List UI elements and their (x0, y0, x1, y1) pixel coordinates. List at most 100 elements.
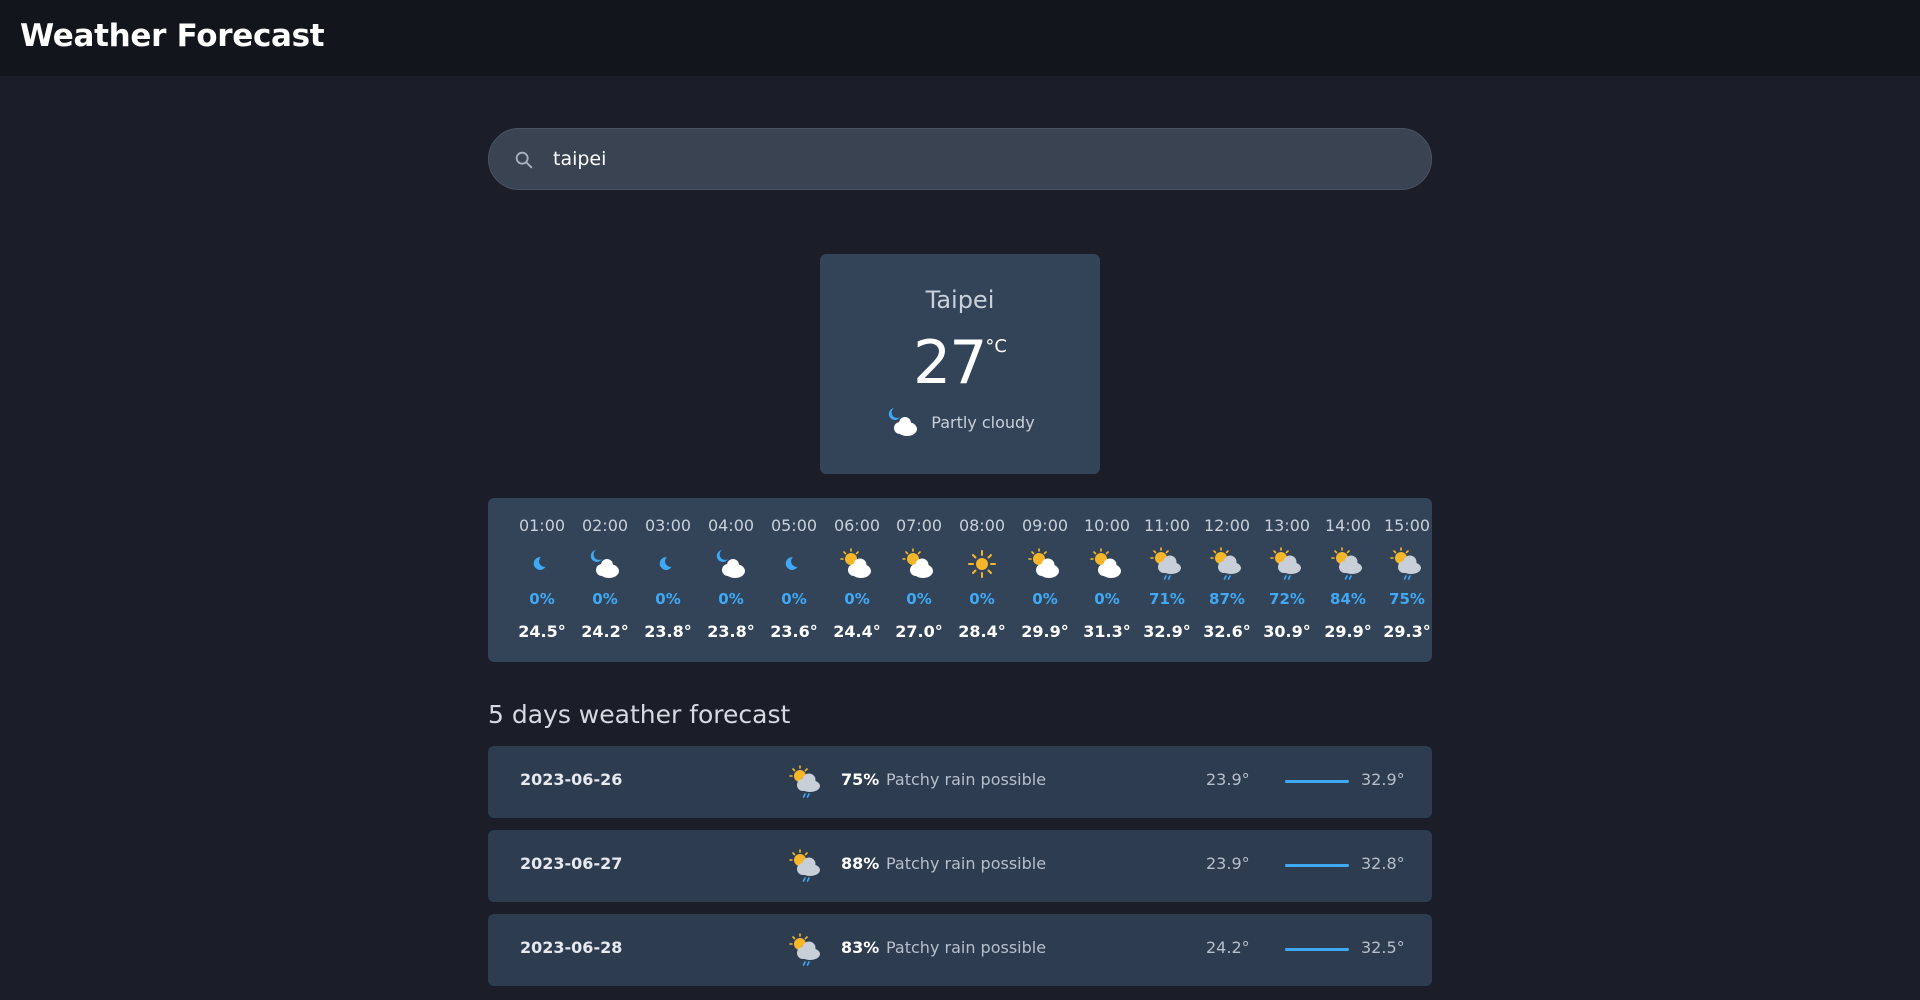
hour-item: 12:00 87% 32.6° (1197, 498, 1257, 662)
temp-range-bar (1285, 948, 1349, 951)
hour-temperature: 28.4° (958, 622, 1006, 641)
search-bar[interactable] (488, 128, 1432, 190)
temp-range-bar (1285, 864, 1349, 867)
hour-time: 07:00 (895, 516, 943, 535)
hour-temperature: 23.8° (707, 622, 755, 641)
hour-item: 06:00 0% 24.4° (827, 498, 887, 662)
day-date: 2023-06-26 (520, 770, 623, 789)
hour-precip-chance: 0% (655, 590, 681, 608)
hour-precip-chance: 0% (529, 590, 555, 608)
sun-rain-icon (1210, 547, 1241, 580)
current-weather-card: Taipei 27°C Partly cloudy (820, 254, 1100, 474)
hour-time: 06:00 (833, 516, 881, 535)
day-precip-chance: 88% (841, 854, 880, 873)
hourly-forecast[interactable]: 01:00 0% 24.5° 02:00 0% 24.2° 03:00 0% 23.8° 04:0… (488, 498, 1432, 662)
hour-item: 14:00 84% 29.9° (1318, 498, 1378, 662)
hour-item: 15:00 75% 29.3° (1377, 498, 1432, 662)
hour-item: 08:00 0% 28.4° (952, 498, 1012, 662)
hour-item: 01:00 0% 24.5° (512, 498, 572, 662)
day-condition: Patchy rain possible (886, 854, 1047, 873)
moon-icon (659, 557, 672, 570)
hour-item: 04:00 0% 23.8° (701, 498, 761, 662)
hour-temperature: 31.3° (1083, 622, 1131, 641)
search-icon (515, 151, 533, 169)
sun-rain-icon (1270, 547, 1301, 580)
day-date: 2023-06-27 (520, 854, 623, 873)
sun-rain-icon (789, 849, 820, 882)
hour-precip-chance: 0% (781, 590, 807, 608)
hour-temperature: 24.5° (518, 622, 566, 641)
current-temperature: 27°C (820, 328, 1100, 398)
hour-temperature: 24.2° (581, 622, 629, 641)
hour-precip-chance: 0% (718, 590, 744, 608)
hour-precip-chance: 0% (592, 590, 618, 608)
forecast-day-row[interactable]: 2023-06-26 75% Patchy rain possible 23.9° 32… (488, 746, 1432, 818)
hour-time: 12:00 (1203, 516, 1251, 535)
hour-time: 15:00 (1383, 516, 1431, 535)
forecast-day-row[interactable]: 2023-06-27 88% Patchy rain possible 23.9° 32… (488, 830, 1432, 902)
hour-precip-chance: 72% (1269, 590, 1305, 608)
hour-time: 02:00 (581, 516, 629, 535)
day-max-temp: 32.5° (1361, 938, 1405, 957)
sun-cloud-icon (1028, 548, 1059, 578)
day-max-temp: 32.9° (1361, 770, 1405, 789)
hour-time: 10:00 (1083, 516, 1131, 535)
temperature-unit: °C (985, 336, 1007, 357)
hour-precip-chance: 0% (844, 590, 870, 608)
moon-cloud-icon (716, 550, 745, 578)
hour-precip-chance: 0% (1094, 590, 1120, 608)
day-date: 2023-06-28 (520, 938, 623, 957)
hour-item: 09:00 0% 29.9° (1015, 498, 1075, 662)
temp-range-bar (1285, 780, 1349, 783)
condition-text: Partly cloudy (931, 412, 1035, 432)
hour-temperature: 27.0° (895, 622, 943, 641)
hour-temperature: 23.8° (644, 622, 692, 641)
hour-precip-chance: 87% (1209, 590, 1245, 608)
hour-time: 03:00 (644, 516, 692, 535)
hour-item: 03:00 0% 23.8° (638, 498, 698, 662)
hour-time: 01:00 (518, 516, 566, 535)
hour-time: 11:00 (1143, 516, 1191, 535)
moon-cloud-icon (889, 408, 918, 436)
sun-cloud-icon (840, 548, 871, 578)
hour-temperature: 30.9° (1263, 622, 1311, 641)
hour-temperature: 29.9° (1021, 622, 1069, 641)
hour-temperature: 29.9° (1324, 622, 1372, 641)
hour-time: 13:00 (1263, 516, 1311, 535)
day-max-temp: 32.8° (1361, 854, 1405, 873)
city-name: Taipei (925, 286, 995, 314)
sun-cloud-icon (1090, 548, 1121, 578)
hour-item: 13:00 72% 30.9° (1257, 498, 1317, 662)
day-precip-chance: 75% (841, 770, 880, 789)
sun-rain-icon (1390, 547, 1421, 580)
moon-cloud-icon (590, 550, 619, 578)
hour-item: 07:00 0% 27.0° (889, 498, 949, 662)
hour-time: 04:00 (707, 516, 755, 535)
hour-time: 08:00 (958, 516, 1006, 535)
current-condition: Partly cloudy (820, 404, 1100, 440)
forecast-day-row[interactable]: 2023-06-28 83% Patchy rain possible 24.2° 32… (488, 914, 1432, 986)
hour-temperature: 32.6° (1203, 622, 1251, 641)
search-input[interactable] (553, 129, 1413, 189)
sun-rain-icon (789, 933, 820, 966)
sun-icon (968, 550, 996, 578)
hour-precip-chance: 75% (1389, 590, 1425, 608)
hour-time: 14:00 (1324, 516, 1372, 535)
day-min-temp: 23.9° (1206, 854, 1250, 873)
hour-precip-chance: 0% (906, 590, 932, 608)
temperature-value: 27 (913, 328, 987, 398)
day-precip-chance: 83% (841, 938, 880, 957)
sun-rain-icon (1150, 547, 1181, 580)
moon-icon (785, 557, 798, 570)
hour-temperature: 32.9° (1143, 622, 1191, 641)
hour-item: 05:00 0% 23.6° (764, 498, 824, 662)
sun-rain-icon (1331, 547, 1362, 580)
sun-rain-icon (789, 765, 820, 798)
hour-time: 09:00 (1021, 516, 1069, 535)
day-min-temp: 23.9° (1206, 770, 1250, 789)
hour-temperature: 29.3° (1383, 622, 1431, 641)
hour-precip-chance: 0% (1032, 590, 1058, 608)
day-min-temp: 24.2° (1206, 938, 1250, 957)
moon-icon (533, 557, 546, 570)
forecast-section-title: 5 days weather forecast (488, 700, 791, 729)
